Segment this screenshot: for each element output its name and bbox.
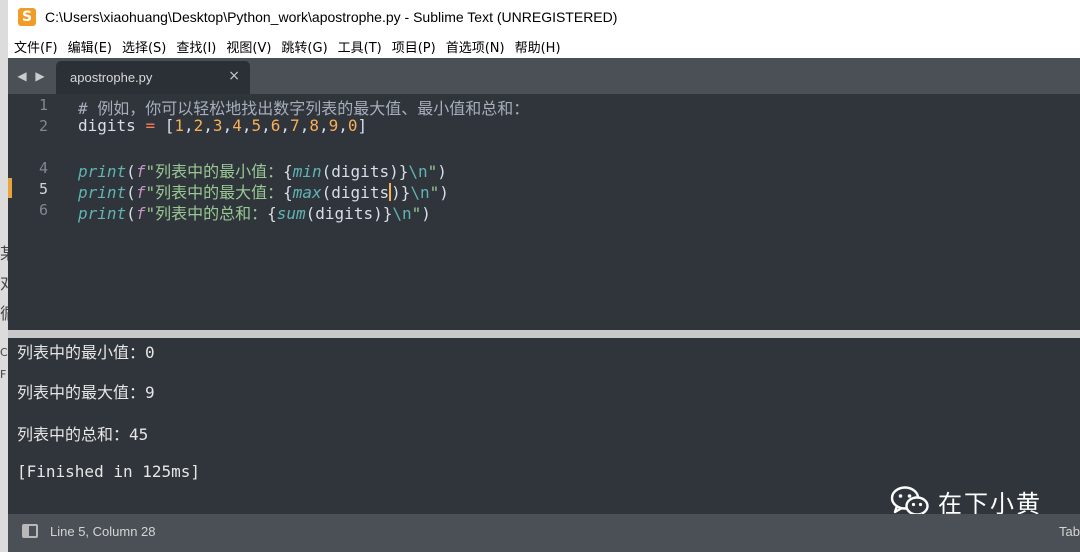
panel-splitter[interactable] [8, 330, 1080, 338]
code-token: = [145, 116, 156, 135]
line-number: 2 [38, 117, 48, 135]
menu-project[interactable]: 项目(P) [392, 37, 436, 56]
code-token: , [280, 116, 291, 135]
close-icon[interactable]: × [228, 68, 240, 84]
line-number: 1 [38, 96, 48, 114]
menu-bar: 文件(F) 编辑(E) 选择(S) 查找(I) 视图(V) 跳转(G) 工具(T… [8, 34, 1080, 58]
code-token: 5 [251, 116, 262, 135]
code-token: 7 [290, 116, 300, 135]
code-token: 0 [347, 116, 358, 135]
panel-toggle-icon[interactable] [22, 524, 38, 538]
code-token: 1 [174, 116, 184, 135]
output-line: 列表中的最大值：9 [17, 383, 155, 402]
arrow-left-icon[interactable]: ◀ [16, 66, 28, 86]
code-editor[interactable]: 1 2 4 5 6 # 例如，你可以轻松地找出数字列表的最大值、最小值和总和： … [8, 94, 1080, 330]
title-bar: S C:\Users\xiaohuang\Desktop\Python_work… [8, 0, 1080, 34]
menu-selection[interactable]: 选择(S) [122, 37, 166, 56]
output-line: 列表中的最小值：0 [17, 343, 155, 362]
code-token: \n [392, 204, 412, 223]
line-number-active: 5 [38, 180, 48, 198]
code-token: , [222, 116, 233, 135]
code-token: " [429, 183, 440, 202]
code-token: 9 [328, 116, 339, 135]
tab-apostrophe-py[interactable]: apostrophe.py × [56, 61, 250, 94]
code-token: , [184, 116, 194, 135]
output-line: 列表中的总和：45 [17, 425, 149, 444]
code-token: 2 [193, 116, 204, 135]
menu-edit[interactable]: 编辑(E) [68, 37, 112, 56]
sublime-window: S C:\Users\xiaohuang\Desktop\Python_work… [8, 0, 1080, 552]
code-token: sum [276, 204, 306, 223]
menu-file[interactable]: 文件(F) [14, 37, 58, 56]
text-cursor [389, 183, 392, 201]
code-token: , [318, 116, 329, 135]
code-token: [ [164, 116, 175, 135]
code-token: 8 [309, 116, 319, 135]
line-number: 6 [38, 201, 48, 219]
menu-goto[interactable]: 跳转(G) [281, 37, 327, 56]
window-title: C:\Users\xiaohuang\Desktop\Python_work\a… [45, 9, 618, 25]
menu-tools[interactable]: 工具(T) [338, 37, 382, 56]
output-line: [Finished in 125ms] [17, 462, 201, 481]
code-token: , [261, 116, 271, 135]
cursor-position: Line 5, Column 28 [50, 524, 156, 539]
code-token: print [78, 204, 127, 223]
menu-view[interactable]: 视图(V) [226, 37, 271, 56]
menu-find[interactable]: 查找(I) [176, 37, 216, 56]
code-token: , [203, 116, 213, 135]
code-token: , [299, 116, 310, 135]
code-token: digits [78, 116, 136, 135]
tab-navigation: ◀ ▶ [16, 66, 46, 86]
line-gutter: 1 2 4 5 6 [8, 94, 60, 330]
code-token: ] [357, 116, 368, 135]
status-bar: Line 5, Column 28 Tab [8, 514, 1080, 552]
code-token: digits [315, 204, 374, 223]
code-token: 4 [232, 116, 242, 135]
code-line-6: print(f"列表中的总和：{sum(digits)}\n") [78, 204, 431, 223]
menu-preferences[interactable]: 首选项(N) [446, 37, 505, 56]
code-token: "列表中的总和： [145, 204, 268, 223]
code-token: 3 [212, 116, 223, 135]
code-token: 6 [270, 116, 281, 135]
code-line-2: digits = [1,2,3,4,5,6,7,8,9,0] [78, 116, 367, 135]
code-token: , [338, 116, 348, 135]
arrow-right-icon[interactable]: ▶ [34, 66, 46, 86]
indentation-setting[interactable]: Tab [1059, 524, 1080, 539]
line-number: 4 [38, 159, 48, 177]
tab-bar: ◀ ▶ apostrophe.py × [8, 58, 1080, 94]
sublime-text-icon: S [18, 8, 36, 26]
code-token: f [135, 204, 146, 223]
menu-help[interactable]: 帮助(H) [515, 37, 561, 56]
tab-label: apostrophe.py [70, 70, 153, 85]
code-token: " [411, 204, 422, 223]
